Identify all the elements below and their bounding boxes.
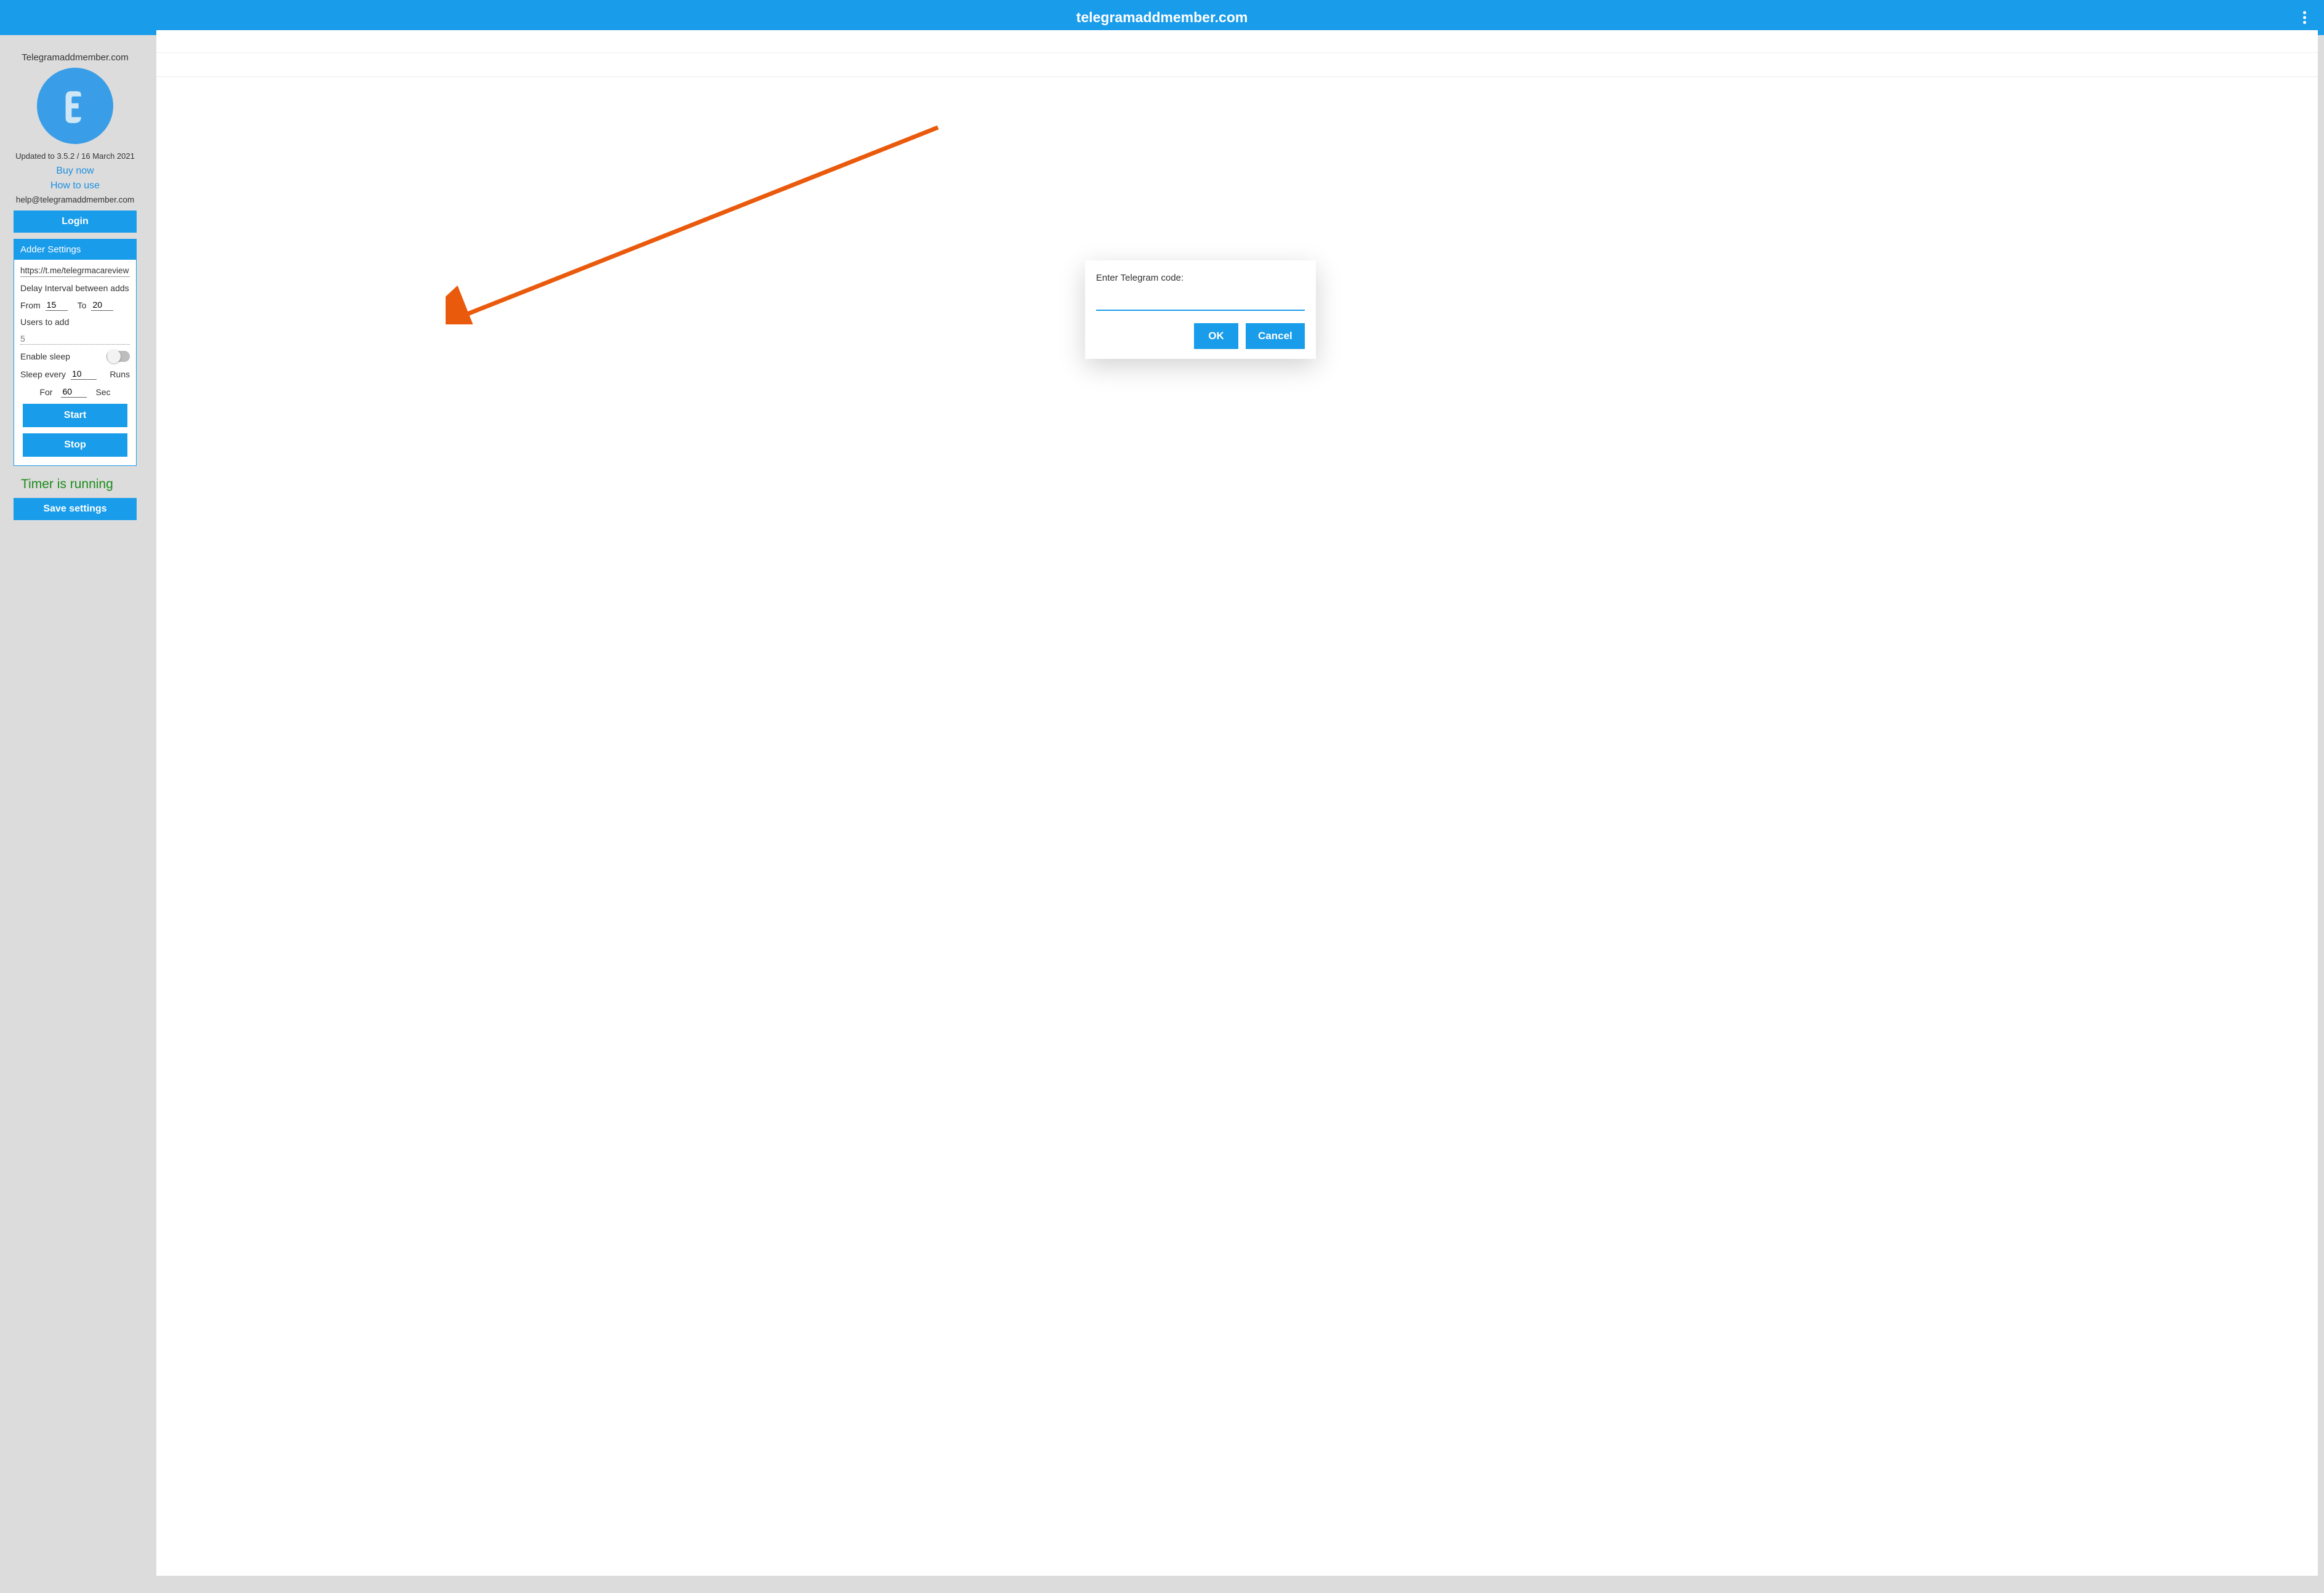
users-to-add-input[interactable] bbox=[20, 333, 130, 345]
enable-sleep-label: Enable sleep bbox=[20, 351, 70, 361]
sleep-every-label: Sleep every bbox=[20, 369, 66, 379]
delay-from-input[interactable] bbox=[46, 299, 68, 311]
login-button[interactable]: Login bbox=[14, 211, 137, 233]
to-label: To bbox=[78, 300, 87, 310]
adder-settings-panel: Adder Settings Delay Interval between ad… bbox=[14, 239, 137, 466]
runs-label: Runs bbox=[110, 369, 130, 379]
delay-label: Delay Interval between adds bbox=[20, 283, 130, 293]
stop-button[interactable]: Stop bbox=[23, 433, 127, 457]
sleep-every-input[interactable] bbox=[71, 368, 97, 380]
main-area: Enter Telegram code: OK Cancel bbox=[150, 35, 2324, 1593]
app-title: telegramaddmember.com bbox=[1076, 9, 1248, 26]
users-to-add-label: Users to add bbox=[20, 317, 130, 327]
version-text: Updated to 3.5.2 / 16 March 2021 bbox=[9, 151, 141, 161]
dialog-prompt: Enter Telegram code: bbox=[1096, 273, 1305, 283]
panel-divider bbox=[156, 76, 2318, 77]
app-logo-icon bbox=[37, 68, 113, 144]
how-to-use-link[interactable]: How to use bbox=[50, 180, 100, 191]
sidebar: Telegramaddmember.com Updated to 3.5.2 /… bbox=[0, 35, 150, 1593]
telegram-code-input[interactable] bbox=[1096, 292, 1305, 311]
telegram-code-dialog: Enter Telegram code: OK Cancel bbox=[1085, 260, 1316, 359]
save-settings-button[interactable]: Save settings bbox=[14, 498, 137, 520]
start-button[interactable]: Start bbox=[23, 404, 127, 427]
help-email: help@telegramaddmember.com bbox=[16, 195, 134, 204]
enable-sleep-toggle[interactable] bbox=[106, 351, 130, 362]
cancel-button[interactable]: Cancel bbox=[1246, 323, 1305, 349]
timer-status: Timer is running bbox=[0, 477, 113, 492]
more-vert-icon[interactable] bbox=[2297, 10, 2312, 25]
brand-title: Telegramaddmember.com bbox=[22, 52, 128, 63]
ok-button[interactable]: OK bbox=[1194, 323, 1238, 349]
buy-now-link[interactable]: Buy now bbox=[56, 166, 94, 177]
adder-settings-header: Adder Settings bbox=[14, 239, 136, 260]
for-label: For bbox=[39, 387, 52, 397]
delay-to-input[interactable] bbox=[91, 299, 113, 311]
sec-label: Sec bbox=[95, 387, 110, 397]
topbar: telegramaddmember.com bbox=[0, 0, 2324, 35]
sleep-for-input[interactable] bbox=[61, 386, 87, 398]
from-label: From bbox=[20, 300, 41, 310]
target-url-input[interactable] bbox=[20, 265, 130, 277]
